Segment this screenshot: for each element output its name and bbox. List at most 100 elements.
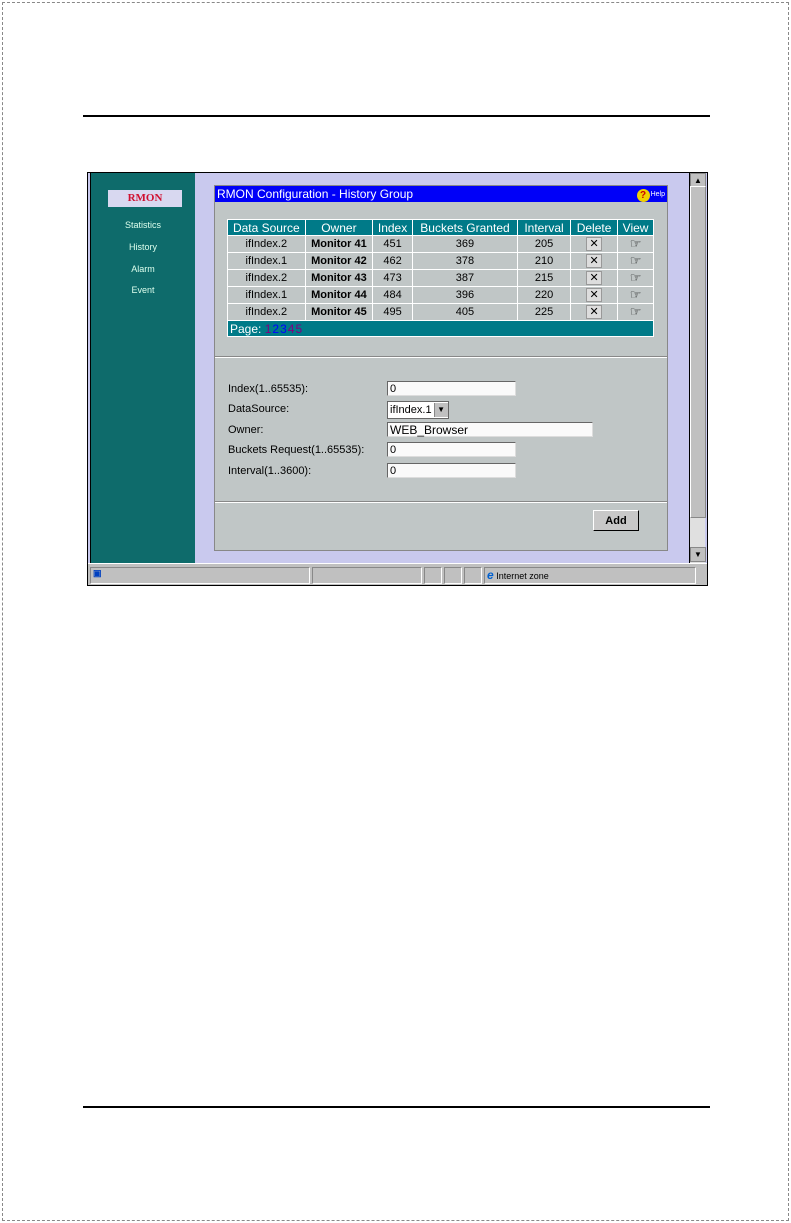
column-header: Interval: [517, 219, 571, 236]
pointing-hand-icon[interactable]: ☞: [630, 270, 642, 285]
status-segment: [464, 567, 482, 584]
bottom-rule: [83, 1106, 710, 1108]
delete-icon[interactable]: ✕: [586, 271, 603, 285]
table-cell: 495: [372, 303, 413, 321]
delete-cell: ✕: [569, 303, 619, 321]
column-header: Data Source: [227, 219, 306, 236]
view-cell: ☞: [617, 235, 654, 253]
interval-input[interactable]: 0: [387, 463, 516, 478]
sidebar: RMON Statistics History Alarm Event: [90, 173, 195, 563]
status-segment: [312, 567, 422, 584]
vertical-scrollbar[interactable]: ▲ ▼: [689, 173, 706, 563]
table-cell: 387: [411, 269, 519, 287]
table-cell: Monitor 42: [304, 252, 374, 270]
nav-statistics[interactable]: Statistics: [91, 220, 195, 230]
delete-icon[interactable]: ✕: [586, 254, 603, 268]
scroll-down-icon[interactable]: ▼: [690, 547, 706, 562]
nav-event[interactable]: Event: [91, 285, 195, 295]
table-cell: ifIndex.2: [227, 235, 306, 253]
zone-segment: e Internet zone: [484, 567, 696, 584]
table-cell: 462: [372, 252, 413, 270]
table-cell: Monitor 44: [304, 286, 374, 304]
datasource-value: ifIndex.1: [390, 404, 432, 416]
divider: [215, 356, 667, 358]
table-cell: 220: [517, 286, 571, 304]
delete-cell: ✕: [569, 252, 619, 270]
table-cell: 215: [517, 269, 571, 287]
datasource-select[interactable]: ifIndex.1 ▼: [387, 401, 449, 419]
delete-icon[interactable]: ✕: [586, 237, 603, 251]
config-panel: RMON Configuration - History Group ? Help…: [214, 185, 668, 551]
owner-input[interactable]: WEB_Browser: [387, 422, 593, 437]
add-button[interactable]: Add: [593, 510, 639, 531]
status-bar: ▣ e Internet zone: [88, 563, 707, 585]
page-link[interactable]: 5: [295, 322, 302, 336]
chevron-down-icon[interactable]: ▼: [433, 403, 448, 417]
table-cell: 205: [517, 235, 571, 253]
pagination: Page: 12345: [227, 320, 654, 337]
page-link[interactable]: 3: [280, 322, 287, 336]
table-cell: 405: [411, 303, 519, 321]
buckets-label: Buckets Request(1..65535):: [228, 444, 365, 456]
delete-cell: ✕: [569, 286, 619, 304]
page-link[interactable]: 4: [288, 322, 295, 336]
scroll-thumb[interactable]: [690, 186, 706, 518]
page-link[interactable]: 1: [265, 322, 272, 336]
view-cell: ☞: [617, 269, 654, 287]
table-row: ifIndex.2 Monitor 43 473 387 215 ✕ ☞: [227, 269, 654, 287]
delete-icon[interactable]: ✕: [586, 288, 603, 302]
column-header: View: [617, 219, 654, 236]
table-cell: 473: [372, 269, 413, 287]
table-cell: ifIndex.1: [227, 252, 306, 270]
owner-label: Owner:: [228, 424, 264, 436]
status-segment: [444, 567, 462, 584]
view-cell: ☞: [617, 252, 654, 270]
index-label: Index(1..65535):: [228, 383, 309, 395]
help-button[interactable]: ? Help: [636, 187, 665, 203]
status-segment: [424, 567, 442, 584]
table-cell: Monitor 41: [304, 235, 374, 253]
rmon-brand[interactable]: RMON: [108, 190, 182, 207]
table-cell: ifIndex.1: [227, 286, 306, 304]
pointing-hand-icon[interactable]: ☞: [630, 304, 642, 319]
browser-screenshot: RMON Statistics History Alarm Event RMON…: [87, 172, 708, 586]
table-cell: ifIndex.2: [227, 269, 306, 287]
nav-alarm[interactable]: Alarm: [91, 264, 195, 274]
table-cell: 378: [411, 252, 519, 270]
pointing-hand-icon[interactable]: ☞: [630, 236, 642, 251]
table-cell: Monitor 45: [304, 303, 374, 321]
buckets-input[interactable]: 0: [387, 442, 516, 457]
delete-cell: ✕: [569, 269, 619, 287]
table-cell: ifIndex.2: [227, 303, 306, 321]
column-header: Buckets Granted: [411, 219, 519, 236]
page-icon: ▣: [93, 568, 102, 578]
index-input[interactable]: 0: [387, 381, 516, 396]
nav-history[interactable]: History: [91, 242, 195, 252]
divider: [215, 501, 667, 503]
help-label: Help: [650, 191, 665, 198]
top-rule: [83, 115, 710, 117]
table-cell: 210: [517, 252, 571, 270]
delete-icon[interactable]: ✕: [586, 305, 603, 319]
pointing-hand-icon[interactable]: ☞: [630, 253, 642, 268]
table-cell: 225: [517, 303, 571, 321]
column-header: Index: [372, 219, 413, 236]
table-row: ifIndex.2 Monitor 41 451 369 205 ✕ ☞: [227, 235, 654, 253]
column-header: Owner: [304, 219, 374, 236]
history-table: Data Source Owner Index Buckets Granted Inte…: [227, 219, 654, 337]
view-cell: ☞: [617, 303, 654, 321]
view-cell: ☞: [617, 286, 654, 304]
delete-cell: ✕: [569, 235, 619, 253]
panel-title: RMON Configuration - History Group: [217, 187, 414, 201]
table-cell: 451: [372, 235, 413, 253]
table-row: ifIndex.1 Monitor 42 462 378 210 ✕ ☞: [227, 252, 654, 270]
status-main: ▣: [90, 567, 310, 584]
zone-label: Internet zone: [496, 571, 549, 581]
table-cell: Monitor 43: [304, 269, 374, 287]
column-header: Delete: [569, 219, 619, 236]
page-link[interactable]: 2: [272, 322, 279, 336]
table-cell: 369: [411, 235, 519, 253]
interval-label: Interval(1..3600):: [228, 465, 312, 477]
datasource-label: DataSource:: [228, 403, 290, 415]
pointing-hand-icon[interactable]: ☞: [630, 287, 642, 302]
